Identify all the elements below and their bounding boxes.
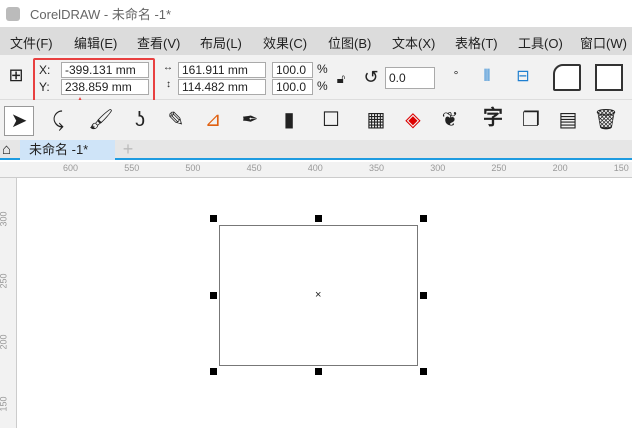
menu-window[interactable]: 窗口(W): [580, 33, 627, 52]
rotation-input[interactable]: 0.0: [385, 67, 435, 89]
resize-handle-w[interactable]: [210, 292, 217, 299]
ruler-label: 200: [0, 334, 9, 350]
tab-document[interactable]: 未命名 -1*: [20, 140, 115, 160]
menu-layout[interactable]: 布局(L): [200, 33, 242, 52]
highlight-box: [33, 58, 155, 103]
ruler-label: 150: [0, 395, 9, 412]
ruler-label: 350: [369, 163, 385, 173]
eraser-icon[interactable]: ▮: [276, 110, 302, 130]
add-tab-button[interactable]: +: [118, 139, 138, 160]
freehand-icon[interactable]: ʖ: [127, 110, 153, 130]
window-title: CorelDRAW - 未命名 -1*: [30, 7, 172, 22]
resize-handle-e[interactable]: [420, 292, 427, 299]
resize-handle-sw[interactable]: [210, 368, 217, 375]
ruler-label: 300: [430, 163, 446, 173]
ruler-label: 450: [246, 163, 262, 173]
mirror-vertical-icon[interactable]: ⊟: [510, 67, 536, 87]
resize-handle-nw[interactable]: [210, 215, 217, 222]
pen-tool-icon[interactable]: ✒︎: [237, 110, 263, 130]
scale-y-input[interactable]: 100.0: [272, 79, 313, 95]
ruler-label: 550: [124, 163, 140, 173]
rectangle-tool-icon[interactable]: ☐: [318, 110, 344, 130]
calligraphy-icon[interactable]: ✎: [163, 110, 189, 130]
mirror-horizontal-icon[interactable]: ⫴: [474, 67, 500, 87]
pick-tool-icon[interactable]: ➤: [4, 106, 34, 136]
round-corner-button[interactable]: [553, 64, 581, 91]
resize-handle-ne[interactable]: [420, 215, 427, 222]
height-icon: ↕: [166, 79, 171, 90]
fill-tool-icon[interactable]: ◈: [400, 110, 426, 130]
center-marker-icon: ×: [315, 289, 322, 301]
scale-x-input[interactable]: 100.0: [272, 62, 313, 78]
width-icon: ↔: [163, 62, 173, 73]
delete-icon[interactable]: 🗑︎: [593, 110, 619, 130]
horizontal-ruler: 600 550 500 450 400 350 300 250 200 150: [0, 162, 632, 178]
width-input[interactable]: 161.911 mm: [178, 62, 266, 78]
home-icon[interactable]: ⌂: [2, 141, 11, 158]
ruler-label: 150: [613, 163, 629, 173]
artistic-media-icon[interactable]: 🖌︎: [88, 110, 114, 130]
chamfer-corner-button[interactable]: [595, 64, 623, 91]
ruler-label: 250: [0, 272, 9, 289]
ruler-label: 600: [63, 163, 79, 173]
resize-handle-s[interactable]: [315, 368, 322, 375]
ruler-label: 250: [491, 163, 507, 173]
toolbox: ➤ ⤹ 🖌︎ ʖ ✎ ⊿ ✒︎ ▮ ☐ ▦ ◈ ❦ 字 ❐ ▤ 🗑︎: [0, 100, 632, 140]
text-tool-icon[interactable]: 字: [480, 108, 506, 128]
menu-effects[interactable]: 效果(C): [263, 33, 307, 52]
degree-icon: °: [453, 68, 459, 82]
copy-icon[interactable]: ❐: [518, 110, 544, 130]
ruler-label: 300: [0, 211, 9, 227]
paste-icon[interactable]: ▤: [555, 110, 581, 130]
title-bar: CorelDRAW - 未命名 -1*: [0, 0, 632, 27]
color-dropper-icon[interactable]: ❦: [437, 110, 463, 130]
rotate-icon: ↺: [363, 67, 379, 87]
menu-bitmaps[interactable]: 位图(B): [328, 33, 371, 52]
coreldraw-logo-icon: [6, 6, 20, 21]
menu-view[interactable]: 查看(V): [137, 33, 180, 52]
transparency-tool-icon[interactable]: ▦: [363, 110, 389, 130]
menu-tools[interactable]: 工具(O): [518, 33, 563, 52]
ruler-label: 400: [307, 163, 323, 173]
ruler-label: 500: [185, 163, 201, 173]
lock-ratio-icon[interactable]: 🔓︎: [328, 69, 354, 89]
percent-label: %: [317, 79, 328, 93]
resize-handle-n[interactable]: [315, 215, 322, 222]
menu-edit[interactable]: 编辑(E): [74, 33, 117, 52]
vertical-ruler: 300 250 200 150: [0, 178, 17, 428]
menu-table[interactable]: 表格(T): [455, 33, 498, 52]
menu-file[interactable]: 文件(F): [10, 33, 53, 52]
menu-bar: 文件(F) 编辑(E) 查看(V) 布局(L) 效果(C) 位图(B) 文本(X…: [0, 27, 632, 55]
menu-text[interactable]: 文本(X): [392, 33, 435, 52]
percent-label: %: [317, 62, 328, 76]
reference-point-icon[interactable]: ⊞: [3, 65, 29, 85]
document-tab-bar: ⌂ 未命名 -1* +: [0, 139, 632, 160]
dimension-tool-icon[interactable]: ⊿: [200, 110, 226, 130]
resize-handle-se[interactable]: [420, 368, 427, 375]
ruler-label: 200: [552, 163, 568, 173]
height-input[interactable]: 114.482 mm: [178, 79, 266, 95]
shape-tool-icon[interactable]: ⤹: [45, 110, 71, 130]
